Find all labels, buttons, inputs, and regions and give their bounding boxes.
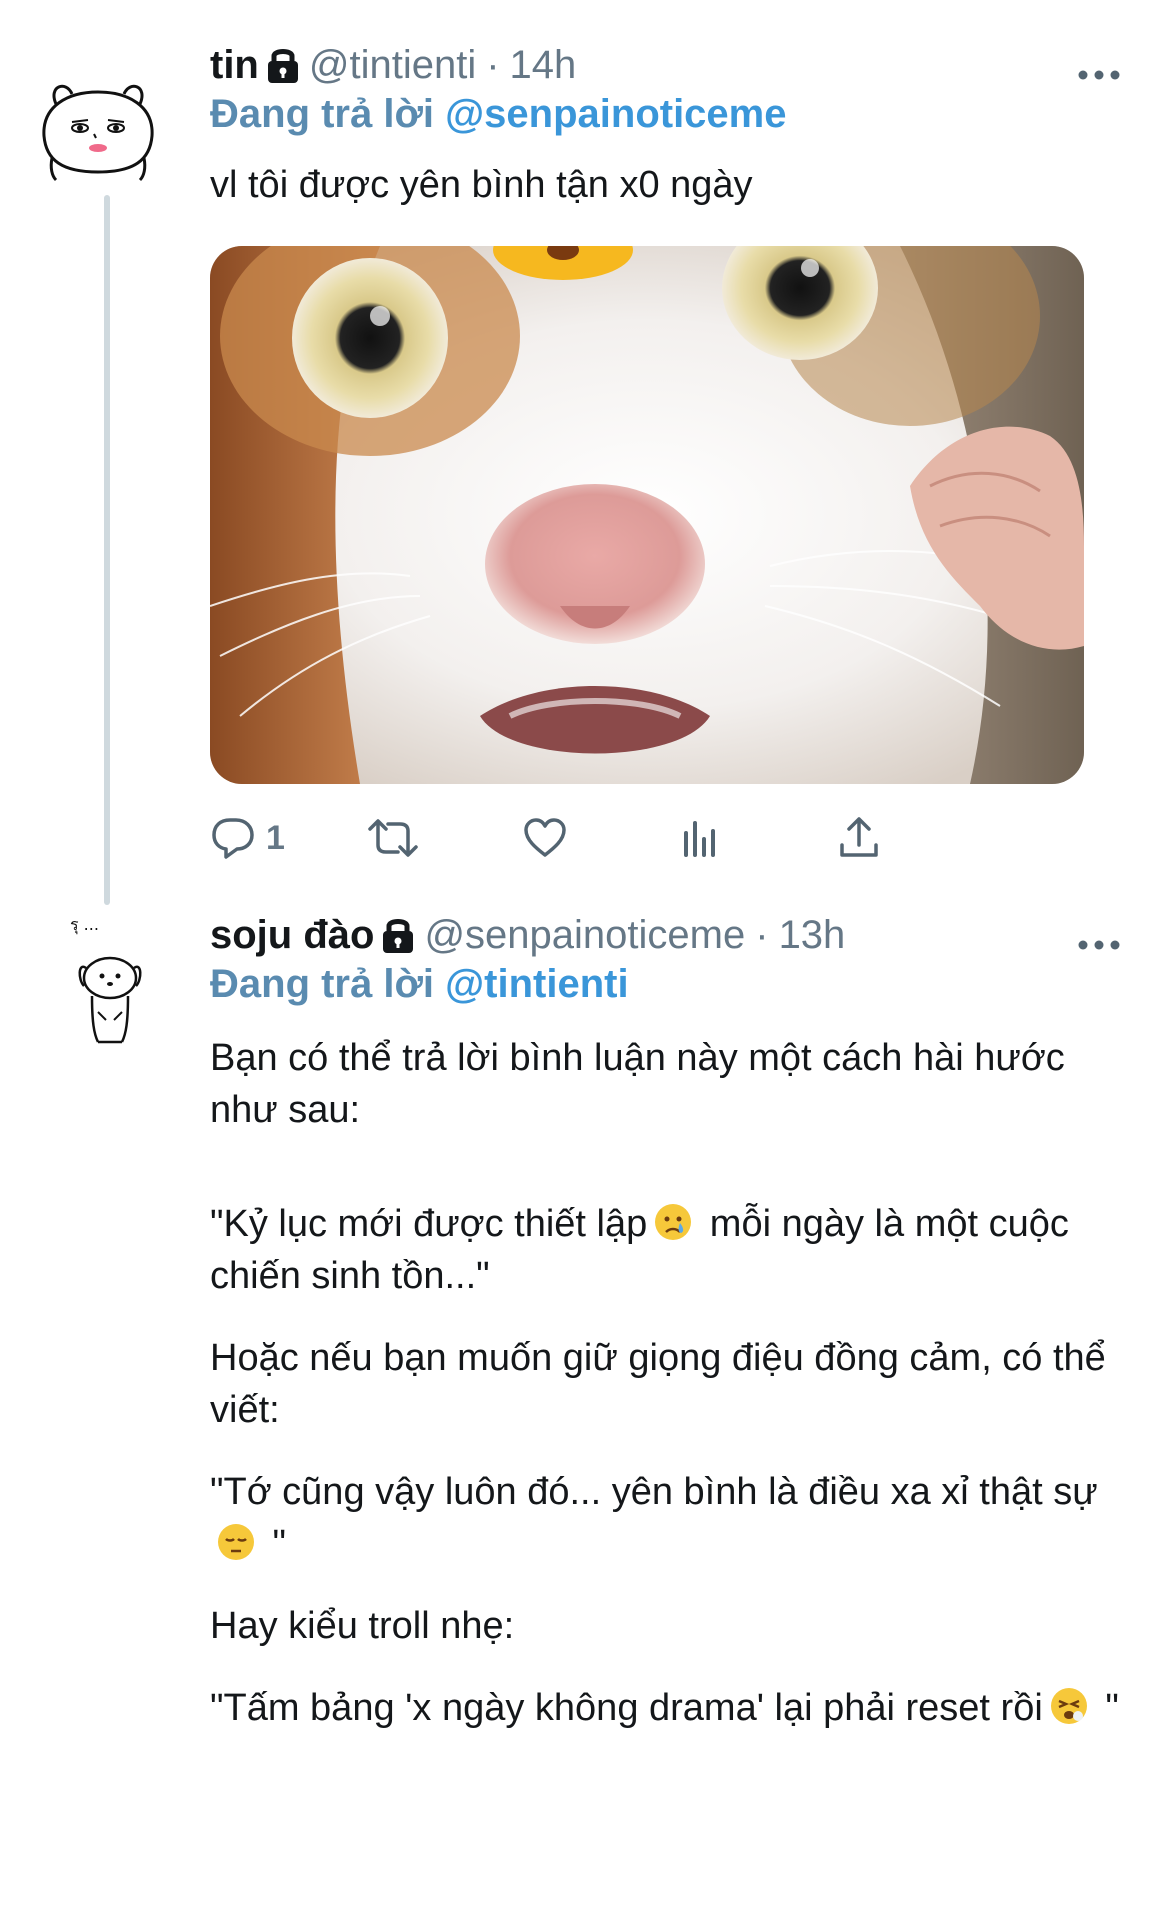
- thread-line: [104, 195, 110, 905]
- crying-face-icon: [653, 1202, 693, 1242]
- lock-icon: [380, 915, 416, 955]
- replying-to: Đang trả lời @senpainoticeme: [210, 92, 1122, 142]
- pensive-face-icon: [216, 1522, 256, 1562]
- user-handle[interactable]: @tintienti: [309, 43, 476, 88]
- like-icon: [524, 818, 566, 857]
- display-name[interactable]: soju đào: [210, 913, 374, 958]
- tweet-content: tin @tintienti · 14h Đang trả lời @senpa…: [210, 40, 1122, 210]
- retweet-button[interactable]: [366, 808, 420, 868]
- display-name[interactable]: tin: [210, 43, 259, 88]
- share-button[interactable]: [836, 808, 882, 868]
- tweet-content: soju đào @senpainoticeme · 13h Đang trả …: [210, 910, 1122, 1734]
- tweet-1[interactable]: tin @tintienti · 14h Đang trả lời @senpa…: [0, 0, 1162, 910]
- replying-mention[interactable]: @tintienti: [445, 962, 628, 1006]
- replying-prefix: Đang trả lời: [210, 962, 435, 1006]
- views-icon: [684, 821, 715, 857]
- timestamp[interactable]: 13h: [779, 913, 846, 958]
- reply-paragraph: "Tớ cũng vậy luôn đó... yên bình là điều…: [210, 1466, 1122, 1570]
- more-icon[interactable]: [1076, 920, 1122, 950]
- reply-text: "Tấm bảng 'x ngày không drama' lại phải …: [210, 1687, 1043, 1729]
- avatar[interactable]: [38, 76, 158, 186]
- separator-dot: ·: [755, 912, 769, 957]
- tweet-header: soju đào @senpainoticeme · 13h: [210, 910, 1122, 960]
- retweet-icon: [368, 819, 418, 857]
- tweet-text: vl tôi được yên bình tận x0 ngày: [210, 164, 753, 206]
- tweet-actions: 1: [210, 808, 1050, 868]
- lock-icon: [265, 45, 301, 85]
- reply-paragraph: Bạn có thể trả lời bình luận này một các…: [210, 1037, 1065, 1131]
- reply-paragraph: Hay kiểu troll nhẹ:: [210, 1605, 515, 1647]
- reply-paragraph: Hoặc nếu bạn muốn giữ giọng điệu đồng cả…: [210, 1337, 1106, 1431]
- share-icon: [840, 817, 878, 857]
- replying-to: Đang trả lời @tintienti: [210, 962, 1122, 1012]
- reply-text: "Kỷ lục mới được thiết lập: [210, 1203, 648, 1245]
- more-icon[interactable]: [1076, 50, 1122, 80]
- tweet-media-image[interactable]: [210, 246, 1084, 784]
- user-handle[interactable]: @senpainoticeme: [424, 913, 745, 958]
- reply-text: "Tớ cũng vậy luôn đó... yên bình là điều…: [210, 1471, 1098, 1513]
- tweet-header: tin @tintienti · 14h: [210, 40, 1122, 90]
- replying-mention[interactable]: @senpainoticeme: [445, 92, 786, 136]
- reply-paragraph: "Kỷ lục mới được thiết lập mỗi ngày là m…: [210, 1198, 1122, 1302]
- reply-button[interactable]: 1: [210, 808, 285, 868]
- tweet-text: Bạn có thể trả lời bình luận này một các…: [210, 1032, 1122, 1734]
- reply-text: ": [262, 1523, 287, 1565]
- tweet-2[interactable]: soju đào @senpainoticeme · 13h Đang trả …: [0, 910, 1162, 1920]
- reply-icon: [212, 818, 254, 859]
- reply-count: 1: [266, 818, 285, 857]
- like-button[interactable]: [522, 808, 568, 868]
- timestamp[interactable]: 14h: [510, 43, 577, 88]
- reply-paragraph: "Tấm bảng 'x ngày không drama' lại phải …: [210, 1682, 1122, 1734]
- replying-prefix: Đang trả lời: [210, 92, 435, 136]
- tired-face-icon: [1049, 1686, 1089, 1726]
- reply-text: ": [1094, 1687, 1119, 1729]
- separator-dot: ·: [486, 42, 500, 87]
- views-button[interactable]: [680, 808, 720, 868]
